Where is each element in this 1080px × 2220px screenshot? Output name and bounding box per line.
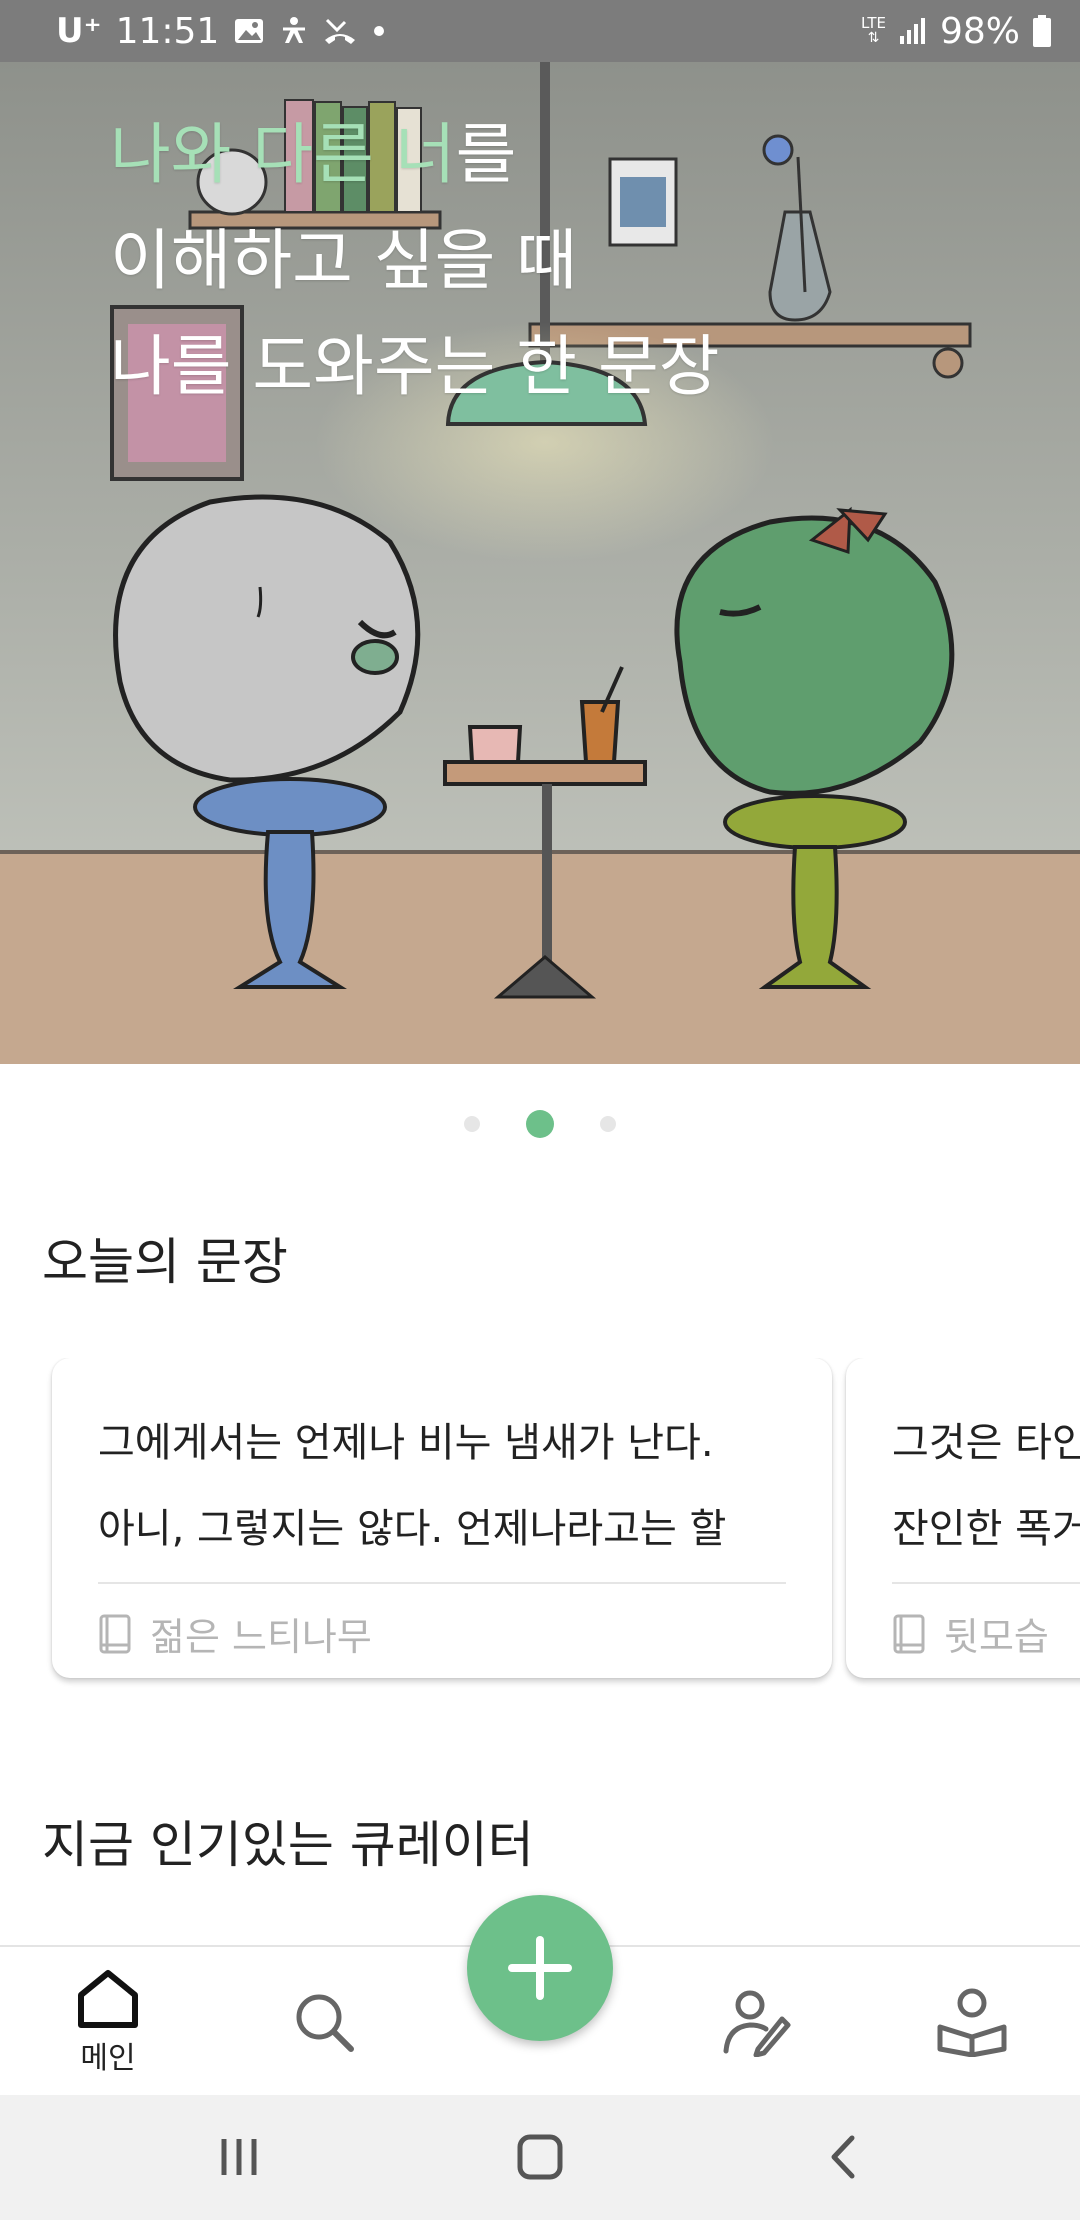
carousel-dot-2-active[interactable]	[526, 1110, 554, 1138]
hero-headline: 나와 다른 너를 이해하고 싶을 때 나를 도와주는 한 문장	[110, 102, 719, 420]
curator-icon	[723, 1990, 791, 2057]
hero-line-1: 나와 다른 너를	[110, 102, 719, 208]
book-title: 젊은 느티나무	[150, 1615, 372, 1659]
clock: 11:51	[115, 10, 220, 52]
recent-apps-button[interactable]	[199, 2125, 279, 2189]
sentence-card[interactable]: 그에게서는 언제나 비누 냄새가 난다. 아니, 그렇지는 않다. 언제나라고는…	[52, 1358, 832, 1678]
search-icon	[296, 1994, 354, 2052]
sentence-card-carousel[interactable]: 그에게서는 언제나 비누 냄새가 난다. 아니, 그렇지는 않다. 언제나라고는…	[0, 1358, 1080, 1688]
book-source: 젊은 느티나무	[98, 1606, 786, 1661]
carousel-indicator	[0, 1110, 1080, 1138]
home-icon	[78, 1970, 138, 2028]
book-source: 뒷모습	[892, 1606, 1080, 1661]
book-icon	[99, 1614, 131, 1653]
more-notifications-dot-icon	[371, 23, 387, 39]
nav-curator[interactable]	[676, 1947, 836, 2097]
card-divider	[98, 1582, 786, 1584]
gallery-notification-icon	[233, 16, 265, 46]
system-navigation-bar	[0, 2095, 1080, 2220]
sentence-line-2: 아니, 그렇지는 않다. 언제나라고는 할	[98, 1506, 727, 1552]
sentence-line-1: 그에게서는 언제나 비누 냄새가 난다.	[98, 1420, 714, 1466]
sentence-line-2: 잔인한 폭거	[892, 1506, 1080, 1552]
book-icon	[893, 1614, 925, 1653]
sentence-text: 그것은 타인 잔인한 폭거	[892, 1400, 1080, 1572]
recents-icon	[221, 2139, 257, 2175]
sentence-card[interactable]: 그것은 타인 잔인한 폭거 뒷모습	[846, 1358, 1080, 1678]
section-title-popular-curators: 지금 인기있는 큐레이터	[42, 1816, 534, 1874]
back-icon	[831, 2135, 855, 2179]
nav-reader[interactable]	[892, 1947, 1052, 2097]
book-title: 뒷모습	[944, 1615, 1049, 1659]
hero-line-1-rest: 를	[455, 116, 517, 193]
hero-line-2: 이해하고 싶을 때	[110, 222, 577, 299]
hero-accent-text: 나와 다른 너	[110, 116, 456, 193]
hero-banner[interactable]: 나와 다른 너를 이해하고 싶을 때 나를 도와주는 한 문장	[0, 62, 1080, 1064]
missed-call-icon	[323, 16, 357, 46]
nav-home[interactable]: 메인	[28, 1947, 188, 2097]
signal-icon	[898, 16, 928, 46]
section-title-today: 오늘의 문장	[42, 1233, 288, 1291]
card-divider	[892, 1582, 1080, 1584]
battery-percent: 98%	[939, 10, 1020, 52]
nav-search[interactable]	[244, 1947, 404, 2097]
add-sentence-button[interactable]	[467, 1895, 613, 2041]
lte-icon: LTE ⇅	[861, 14, 886, 46]
reader-icon	[937, 1988, 1007, 2057]
carousel-dot-1[interactable]	[464, 1116, 480, 1132]
plus-icon	[508, 1936, 572, 2000]
sentence-text: 그에게서는 언제나 비누 냄새가 난다. 아니, 그렇지는 않다. 언제나라고는…	[98, 1400, 786, 1572]
status-bar: U⁺ 11:51 LTE ⇅ 98%	[0, 0, 1080, 62]
system-home-button[interactable]	[500, 2125, 580, 2189]
hero-line-3: 나를 도와주는 한 문장	[110, 328, 720, 405]
system-home-icon	[517, 2134, 563, 2180]
network-type-label: LTE	[861, 14, 886, 32]
carrier-label: U⁺	[56, 11, 102, 51]
carousel-dot-3[interactable]	[600, 1116, 616, 1132]
sentence-line-1: 그것은 타인	[892, 1420, 1080, 1466]
accessibility-notification-icon	[279, 15, 309, 47]
back-button[interactable]	[804, 2125, 884, 2189]
battery-icon	[1032, 14, 1052, 48]
nav-home-label: 메인	[80, 2041, 136, 2076]
